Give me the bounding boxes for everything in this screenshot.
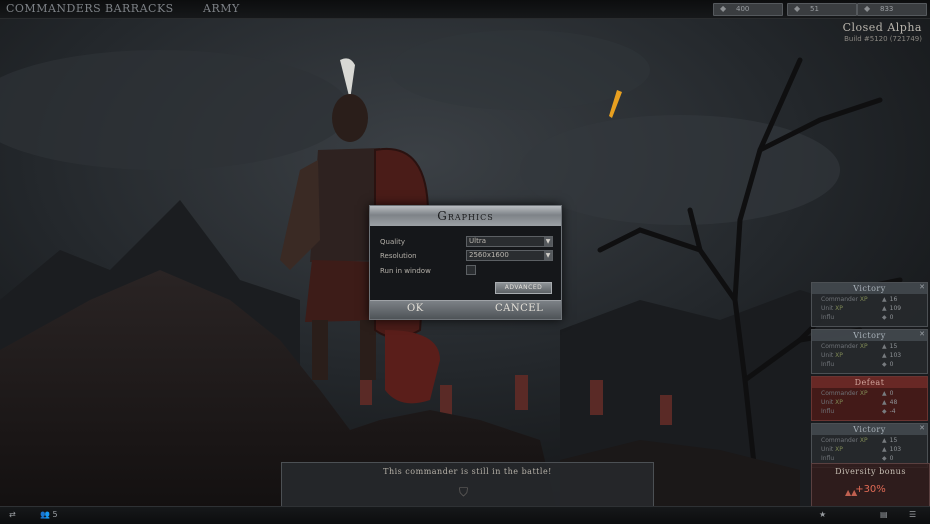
swap-icon[interactable]: ⇄ [9, 510, 16, 520]
influence-label: Influ [821, 455, 835, 462]
influence-value: ◆ 0 [882, 314, 894, 321]
battle-results-panel: Victory ✕ Commander XP ▲ 16 Unit XP ▲ 109 … [811, 282, 928, 470]
dialog-title: Graphics [370, 206, 561, 226]
unit-xp-value: ▲ 109 [882, 305, 902, 312]
commander-xp-label: Commander XP [821, 343, 868, 350]
commander-status-banner: This commander is still in the battle! ⛉ [281, 462, 654, 508]
battle-card[interactable]: Victory ✕ Commander XP ▲ 15 Unit XP ▲ 103 … [811, 423, 928, 468]
commander-xp-value: ▲ 0 [882, 390, 894, 397]
close-icon[interactable]: ✕ [919, 330, 925, 338]
build-number: Build #5120 (721749) [844, 35, 922, 43]
commander-xp-label: Commander XP [821, 390, 868, 397]
commander-icon: ▲ [882, 390, 887, 397]
influence-icon: ◆ [864, 4, 871, 13]
food-icon: ◆ [794, 4, 801, 13]
commander-icon: ▲ [882, 437, 887, 444]
quality-select[interactable]: Ultra ▼ [466, 236, 553, 247]
commander-icon: ▲ [882, 296, 887, 303]
cancel-button[interactable]: CANCEL [495, 303, 543, 314]
resolution-value: 2560x1600 [469, 251, 509, 259]
quality-value: Ultra [469, 237, 486, 245]
commander-xp-label: Commander XP [821, 296, 868, 303]
menu-icon[interactable]: ☰ [909, 510, 916, 520]
battle-result: Victory [812, 424, 927, 435]
commander-xp-value: ▲ 15 [882, 437, 898, 444]
unit-xp-value: ▲ 103 [882, 446, 902, 453]
unit-icon: ▲ [882, 399, 887, 406]
unit-xp-label: Unit XP [821, 305, 843, 312]
graphics-dialog: Graphics Quality Ultra ▼ Resolution 2560… [369, 205, 562, 320]
gold-icon: ◆ [720, 4, 727, 13]
quality-label: Quality [380, 238, 406, 246]
nav-army[interactable]: ARMY [203, 2, 240, 15]
battle-result: Victory [812, 283, 927, 294]
dialog-footer: OK CANCEL [370, 300, 561, 319]
squad-button[interactable]: 👥 5 [40, 510, 58, 520]
influence-icon: ◆ [882, 455, 887, 462]
influence-label: Influ [821, 314, 835, 321]
close-icon[interactable]: ✕ [919, 283, 925, 291]
nav-commanders[interactable]: COMMANDERS [6, 2, 101, 15]
influence-icon: ◆ [882, 361, 887, 368]
battle-card[interactable]: Defeat Commander XP ▲ 0 Unit XP ▲ 48 Influ… [811, 376, 928, 421]
helmet-icon: ⛉ [459, 485, 469, 499]
unit-xp-label: Unit XP [821, 446, 843, 453]
run-in-window-checkbox[interactable] [466, 265, 476, 275]
unit-icon: ▲ [882, 352, 887, 359]
card-icon[interactable]: ▤ [880, 510, 888, 520]
resource-gold: ◆ 400 [713, 3, 783, 16]
influence-value: ◆ 0 [882, 455, 894, 462]
battle-card[interactable]: Victory ✕ Commander XP ▲ 15 Unit XP ▲ 103 … [811, 329, 928, 374]
chevron-down-icon: ▼ [544, 237, 552, 246]
resource-gold-value: 400 [736, 5, 750, 13]
top-bar: COMMANDERS BARRACKS ARMY ◆ 400 ◆ 51 ◆ 83… [0, 0, 930, 19]
resolution-label: Resolution [380, 252, 417, 260]
star-icon[interactable]: ★ [819, 510, 826, 520]
commander-xp-value: ▲ 16 [882, 296, 898, 303]
squad-icon: 👥 [40, 510, 50, 519]
influence-label: Influ [821, 408, 835, 415]
unit-xp-label: Unit XP [821, 352, 843, 359]
build-title: Closed Alpha [842, 21, 922, 34]
resource-food: ◆ 51 [787, 3, 857, 16]
battle-result: Victory [812, 330, 927, 341]
unit-types-icon: ▲▲ [845, 488, 858, 497]
chevron-down-icon: ▼ [544, 251, 552, 260]
resource-food-value: 51 [810, 5, 819, 13]
squad-count: 5 [52, 510, 58, 519]
ok-button[interactable]: OK [407, 303, 424, 314]
unit-icon: ▲ [882, 446, 887, 453]
battle-result: Defeat [812, 377, 927, 388]
battle-card[interactable]: Victory ✕ Commander XP ▲ 16 Unit XP ▲ 109 … [811, 282, 928, 327]
run-in-window-label: Run in window [380, 267, 431, 275]
advanced-button[interactable]: ADVANCED [495, 282, 552, 294]
bottom-bar: ⇄ 👥 5 ★ ▤ ☰ [0, 506, 930, 524]
diversity-bonus: Diversity bonus ▲▲ +30% [811, 463, 930, 507]
commander-xp-value: ▲ 15 [882, 343, 898, 350]
unit-xp-value: ▲ 48 [882, 399, 898, 406]
banner-text: This commander is still in the battle! [383, 467, 552, 476]
diversity-bonus-value: +30% [855, 484, 886, 495]
resource-influence-value: 833 [880, 5, 894, 13]
unit-xp-label: Unit XP [821, 399, 843, 406]
influence-label: Influ [821, 361, 835, 368]
diversity-bonus-title: Diversity bonus [835, 467, 906, 476]
commander-xp-label: Commander XP [821, 437, 868, 444]
close-icon[interactable]: ✕ [919, 424, 925, 432]
influence-icon: ◆ [882, 314, 887, 321]
unit-icon: ▲ [882, 305, 887, 312]
resolution-select[interactable]: 2560x1600 ▼ [466, 250, 553, 261]
resource-influence: ◆ 833 [857, 3, 927, 16]
commander-icon: ▲ [882, 343, 887, 350]
build-info: Closed Alpha Build #5120 (721749) [843, 21, 922, 43]
influence-value: ◆ -4 [882, 408, 896, 415]
influence-icon: ◆ [882, 408, 887, 415]
influence-value: ◆ 0 [882, 361, 894, 368]
nav-barracks[interactable]: BARRACKS [105, 2, 174, 15]
unit-xp-value: ▲ 103 [882, 352, 902, 359]
